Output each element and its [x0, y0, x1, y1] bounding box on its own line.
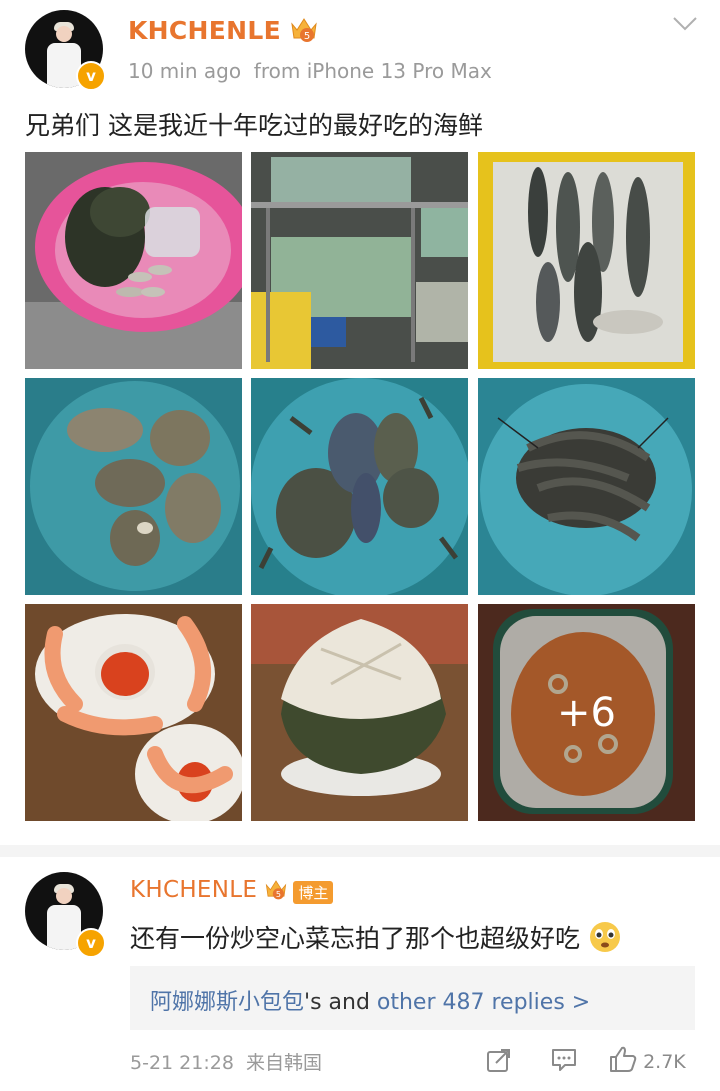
like-group[interactable]: 2.7K	[608, 1045, 686, 1073]
reply-user-link[interactable]: 阿娜娜斯小包包	[150, 990, 304, 1015]
post-author-row: KHCHENLE 5	[128, 14, 319, 45]
photo-5[interactable]	[251, 378, 468, 595]
chevron-down-icon[interactable]	[672, 16, 698, 32]
photo-1[interactable]	[25, 152, 242, 369]
share-icon[interactable]	[486, 1047, 512, 1073]
more-photos-overlay[interactable]: +6	[478, 604, 695, 821]
photo-4[interactable]	[25, 378, 242, 595]
post-meta: 10 min ago from iPhone 13 Pro Max	[128, 59, 492, 83]
comment-location: 来自韩国	[246, 1052, 323, 1074]
comment-footer-meta: 5-21 21:28 来自韩国	[130, 1048, 322, 1075]
post-text: 兄弟们 这是我近十年吃过的最好吃的海鲜	[25, 111, 483, 140]
svg-text:5: 5	[304, 31, 310, 42]
comment-author-row: KHCHENLE 5 博主	[130, 877, 334, 904]
verified-badge-icon: v	[76, 61, 106, 91]
photo-3[interactable]	[478, 152, 695, 369]
comment-text-row: 还有一份炒空心菜忘拍了那个也超级好吃	[130, 919, 622, 955]
photo-7[interactable]	[25, 604, 242, 821]
photo-8[interactable]	[251, 604, 468, 821]
svg-text:5: 5	[276, 890, 281, 899]
comment-username[interactable]: KHCHENLE	[130, 877, 257, 903]
photo-2[interactable]	[251, 152, 468, 369]
reply-connector: 's and	[304, 990, 377, 1015]
photo-9[interactable]: +6	[478, 604, 695, 821]
commenter-verified-icon: v	[76, 928, 106, 958]
comment-icon[interactable]	[550, 1047, 578, 1073]
post-source: from iPhone 13 Pro Max	[253, 59, 492, 83]
host-badge: 博主	[293, 881, 334, 904]
comment-date: 5-21 21:28	[130, 1052, 234, 1074]
section-divider	[0, 845, 720, 857]
post-username[interactable]: KHCHENLE	[128, 16, 281, 45]
member-crown-icon: 5	[266, 880, 287, 900]
like-count: 2.7K	[643, 1051, 686, 1073]
worried-face-emoji-icon	[589, 922, 620, 952]
photo-grid: +6	[25, 152, 695, 822]
member-crown-icon: 5	[291, 18, 317, 42]
replies-preview[interactable]: 阿娜娜斯小包包's and other 487 replies >	[130, 966, 695, 1030]
thumbs-up-icon[interactable]	[608, 1045, 638, 1073]
photo-6[interactable]	[478, 378, 695, 595]
post-time: 10 min ago	[128, 59, 242, 83]
more-replies-link[interactable]: other 487 replies >	[377, 990, 590, 1015]
comment-text: 还有一份炒空心菜忘拍了那个也超级好吃	[130, 924, 581, 953]
